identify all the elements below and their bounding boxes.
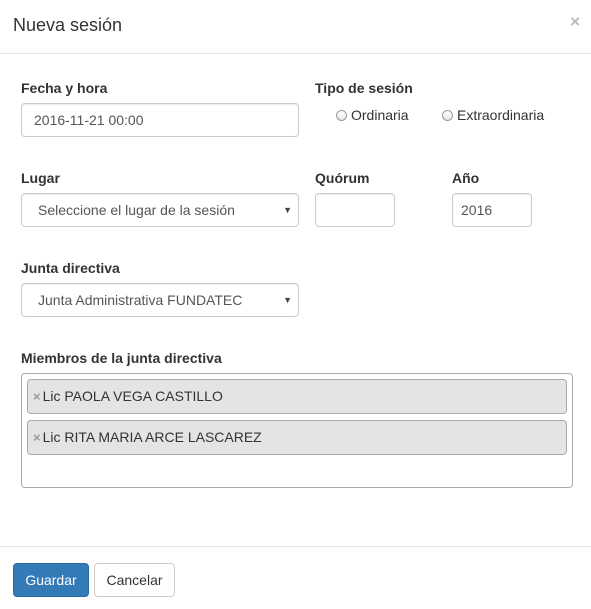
board-label: Junta directiva — [21, 260, 120, 276]
session-type-label: Tipo de sesión — [315, 80, 413, 96]
remove-icon[interactable]: × — [33, 430, 41, 445]
member-chip-label: Lic RITA MARIA ARCE LASCAREZ — [42, 429, 262, 445]
quorum-label: Quórum — [315, 170, 370, 186]
place-label: Lugar — [21, 170, 60, 186]
quorum-input[interactable] — [315, 193, 395, 227]
modal-footer: Guardar Cancelar — [0, 546, 591, 609]
radio-ordinaria[interactable]: Ordinaria — [336, 107, 409, 123]
year-input[interactable]: 2016 — [452, 193, 532, 227]
radio-ordinaria-label: Ordinaria — [351, 107, 409, 123]
modal-header: Nueva sesión × — [0, 0, 591, 54]
place-select[interactable]: Seleccione el lugar de la sesión ▼ — [21, 193, 299, 227]
member-chip: × Lic RITA MARIA ARCE LASCAREZ — [27, 420, 567, 455]
radio-circle[interactable] — [442, 109, 453, 121]
remove-icon[interactable]: × — [33, 389, 41, 404]
member-chip: × Lic PAOLA VEGA CASTILLO — [27, 379, 567, 414]
board-select-value: Junta Administrativa FUNDATEC — [38, 292, 243, 308]
board-select[interactable]: Junta Administrativa FUNDATEC ▼ — [21, 283, 299, 317]
members-multiselect[interactable]: × Lic PAOLA VEGA CASTILLO × Lic RITA MARIA… — [21, 373, 573, 488]
date-label: Fecha y hora — [21, 80, 108, 96]
year-label: Año — [452, 170, 480, 186]
date-input[interactable]: 2016-11-21 00:00 — [21, 103, 299, 137]
member-chip-label: Lic PAOLA VEGA CASTILLO — [42, 388, 223, 404]
modal-title: Nueva sesión — [13, 15, 123, 35]
chevron-down-icon: ▼ — [283, 205, 292, 215]
cancel-button[interactable]: Cancelar — [94, 563, 175, 597]
radio-extraordinaria[interactable]: Extraordinaria — [442, 107, 544, 123]
close-icon[interactable]: × — [570, 13, 580, 30]
radio-circle[interactable] — [336, 109, 347, 121]
chevron-down-icon: ▼ — [283, 295, 292, 305]
members-label: Miembros de la junta directiva — [21, 350, 222, 366]
new-session-modal: Nueva sesión × Fecha y hora 2016-11-21 0… — [0, 0, 591, 608]
save-button[interactable]: Guardar — [13, 563, 89, 597]
radio-extraordinaria-label: Extraordinaria — [457, 107, 545, 123]
place-select-value: Seleccione el lugar de la sesión — [38, 202, 235, 218]
